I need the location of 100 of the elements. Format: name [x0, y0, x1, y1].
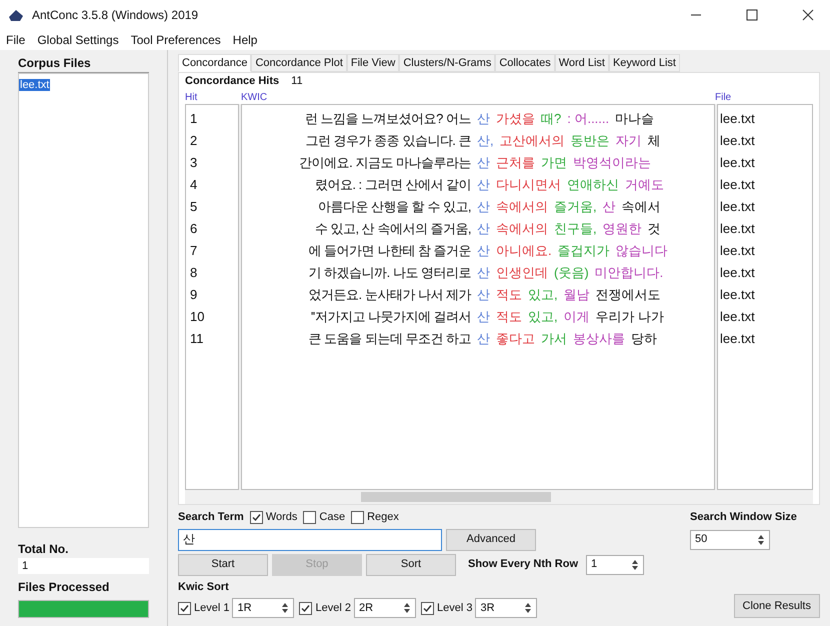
clone-results-button[interactable]: Clone Results [734, 594, 820, 618]
hit-number: 11 [190, 330, 204, 346]
checkbox[interactable] [178, 602, 191, 614]
processed-label: Files Processed [18, 579, 110, 596]
level-label: Level 3 [436, 600, 472, 616]
tab[interactable]: Concordance [178, 54, 252, 72]
spinner-arrows-icon[interactable] [524, 602, 532, 614]
total-value: 1 [18, 558, 149, 574]
window-size-label: Search Window Size [690, 510, 798, 525]
kwic-word: 산 [602, 198, 616, 216]
kwic-word: 때? [541, 110, 562, 128]
kwic-keyword: 산 [477, 242, 490, 260]
spin-field[interactable]: 2R [354, 598, 416, 618]
close-icon[interactable] [802, 9, 814, 21]
hits-label: Concordance Hits [185, 74, 280, 89]
hit-number: 4 [190, 176, 198, 192]
spinner-arrows-icon[interactable] [281, 602, 290, 614]
kwic-keyword: 산 [477, 286, 490, 304]
spin-field[interactable]: 50 [690, 530, 770, 550]
action-button[interactable]: Sort [366, 554, 456, 576]
file-cell: lee.txt [720, 242, 755, 258]
menu-item[interactable]: Global Settings [35, 31, 121, 49]
kwic-left-context: 큰 도움을 되는데 무조건 하고 [308, 330, 472, 348]
tab[interactable]: Clusters/N-Grams [399, 54, 496, 72]
search-field[interactable]: 산 [178, 528, 442, 550]
kwic-left-context: 었거든요. 눈사태가 나서 제가 [308, 286, 472, 304]
kwic-word: 즐거움, [554, 198, 597, 216]
file-cell: lee.txt [720, 154, 755, 170]
checkbox[interactable] [351, 510, 364, 524]
kwic-word: 이게 [564, 308, 590, 326]
tab[interactable]: Collocates [495, 54, 555, 72]
kwic-left-context: 렸어요. : 그러면 산에서 같이 [314, 176, 472, 194]
kwic-word: 않습니다 [616, 242, 668, 260]
tab[interactable]: Word List [554, 54, 609, 72]
kwic-word: 영원한 [602, 220, 642, 238]
spin-field[interactable]: 1R [232, 598, 294, 618]
kwic-word: 인생인데 [496, 264, 548, 282]
spinner-arrows-icon[interactable] [402, 602, 411, 614]
file-cell: lee.txt [720, 264, 755, 280]
column-header[interactable]: KWIC [241, 90, 715, 104]
kwic-word: 월남 [564, 286, 590, 304]
hit-number: 7 [190, 242, 198, 258]
hit-number: 9 [190, 286, 198, 302]
tab[interactable]: Concordance Plot [251, 54, 347, 72]
checkbox-label: Regex [367, 510, 399, 525]
kwic-word: 아니에요. [496, 242, 552, 260]
tab[interactable]: Keyword List [608, 54, 680, 72]
spin-field[interactable]: 3R [475, 598, 538, 618]
kwic-keyword: 산, [477, 132, 494, 150]
kwic-keyword: 산 [477, 264, 490, 282]
kwic-word: 봉상사를 [573, 330, 625, 348]
checkbox-label: Words [266, 510, 298, 525]
advanced-button[interactable]: Advanced [446, 528, 536, 550]
spin-field[interactable]: 1 [586, 554, 644, 574]
kwic-word: 미안합니다. [594, 264, 664, 282]
hit-number: 1 [190, 110, 198, 126]
kwic-word: 적도 [496, 308, 522, 326]
maximize-icon[interactable] [746, 9, 758, 21]
spinner-arrows-icon[interactable] [757, 534, 765, 546]
nth-row-label: Show Every Nth Row [468, 557, 578, 572]
file-cell: lee.txt [720, 132, 755, 148]
kwic-keyword: 산 [477, 176, 490, 194]
kwic-word: 가면 [541, 154, 567, 172]
column-header[interactable]: File [715, 90, 732, 104]
kwic-keyword: 산 [477, 220, 490, 238]
menu-item[interactable]: Tool Preferences [128, 31, 223, 49]
kwic-left-context: 수 있고, 산 속에서의 즐거움, [314, 220, 472, 238]
level-label: Level 2 [315, 600, 351, 616]
spinner-arrows-icon[interactable] [631, 558, 640, 570]
file-cell: lee.txt [720, 308, 755, 324]
kwic-left-context: 아름다운 산행을 할 수 있고, [316, 198, 472, 216]
kwic-left-context: 그런 경우가 종종 있습니다. 큰 [304, 132, 472, 150]
checkbox[interactable] [299, 602, 312, 614]
file-cell: lee.txt [720, 198, 755, 214]
file-item[interactable]: lee.txt [19, 79, 50, 91]
scrollbar-thumb[interactable] [361, 492, 551, 502]
kwic-right-context: 전쟁에서도 [596, 286, 661, 304]
kwic-keyword: 산 [477, 308, 490, 326]
file-cell: lee.txt [720, 286, 755, 302]
kwic-sort-label: Kwic Sort [178, 580, 230, 594]
column-header[interactable]: Hit [185, 90, 241, 104]
checkbox[interactable] [250, 510, 263, 524]
kwic-word: 다니시면서 [496, 176, 561, 194]
hit-number: 6 [190, 220, 198, 236]
kwic-right-context: 것 [648, 220, 661, 238]
action-button[interactable]: Start [178, 554, 268, 576]
menu-item[interactable]: Help [230, 31, 260, 49]
kwic-word: 근처를 [496, 154, 535, 172]
level-label: Level 1 [194, 600, 230, 616]
kwic-word: 속에서의 [496, 198, 548, 216]
kwic-word: 좋다고 [496, 330, 535, 348]
kwic-word: 연애하신 [567, 176, 619, 194]
checkbox[interactable] [420, 602, 434, 614]
kwic-left-context: ''저가지고 나뭇가지에 걸려서 [310, 308, 472, 326]
total-label: Total No. [18, 540, 70, 558]
checkbox[interactable] [303, 510, 316, 524]
menu-item[interactable]: File [4, 31, 28, 49]
tab[interactable]: File View [346, 54, 400, 72]
kwic-word: 있고, [528, 308, 558, 326]
kwic-keyword: 산 [477, 330, 490, 348]
